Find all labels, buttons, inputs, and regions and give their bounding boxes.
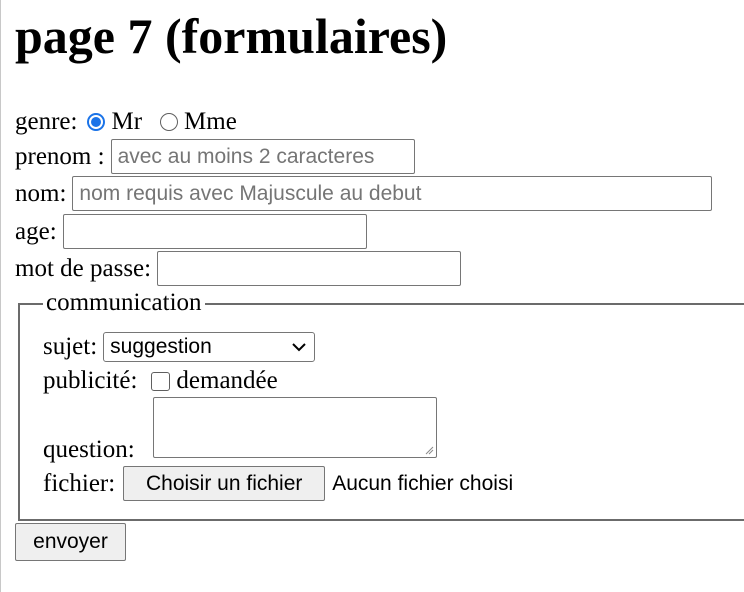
nom-label: nom: [15, 179, 67, 207]
sujet-selected-value: suggestion [110, 335, 212, 358]
sujet-row: sujet: suggestion [43, 332, 316, 362]
prenom-label: prenom : [15, 142, 105, 170]
choose-file-button[interactable]: Choisir un fichier [123, 466, 326, 501]
sujet-label: sujet: [43, 333, 98, 360]
radio-mme[interactable] [160, 113, 179, 131]
chevron-down-icon [292, 343, 306, 352]
publicite-label: publicité: [43, 367, 138, 394]
fichier-row: fichier: Choisir un fichier Aucun fichie… [43, 466, 513, 501]
nom-row: nom: [15, 176, 713, 211]
password-label: mot de passe: [15, 254, 152, 282]
prenom-row: prenom : [15, 139, 415, 174]
page-title: page 7 (formulaires) [15, 8, 448, 64]
sujet-select[interactable]: suggestion [103, 332, 316, 362]
genre-label: genre: [15, 108, 78, 135]
radio-mme-label: Mme [184, 108, 237, 135]
communication-legend: communication [43, 289, 205, 317]
file-status-text: Aucun fichier choisi [332, 471, 514, 495]
nom-input[interactable] [72, 176, 713, 211]
age-input[interactable] [62, 214, 367, 249]
prenom-input[interactable] [110, 139, 415, 174]
genre-row: genre: Mr Mme [15, 107, 251, 137]
password-row: mot de passe: [15, 251, 462, 286]
question-label: question: [43, 436, 135, 463]
submit-button[interactable]: envoyer [15, 523, 126, 561]
publicite-checkbox-label: demandée [176, 367, 278, 394]
question-textarea[interactable] [153, 397, 437, 458]
fichier-label: fichier: [43, 469, 116, 497]
age-label: age: [15, 217, 57, 245]
resize-grip-icon[interactable] [425, 446, 434, 455]
publicite-checkbox[interactable] [151, 371, 171, 391]
question-row: question: [43, 435, 141, 465]
radio-mr[interactable] [87, 113, 106, 131]
publicite-row: publicité: demandée [43, 366, 278, 396]
window-left-edge [0, 0, 1, 592]
radio-mr-label: Mr [111, 108, 143, 135]
age-row: age: [15, 214, 367, 249]
password-input[interactable] [157, 251, 462, 286]
